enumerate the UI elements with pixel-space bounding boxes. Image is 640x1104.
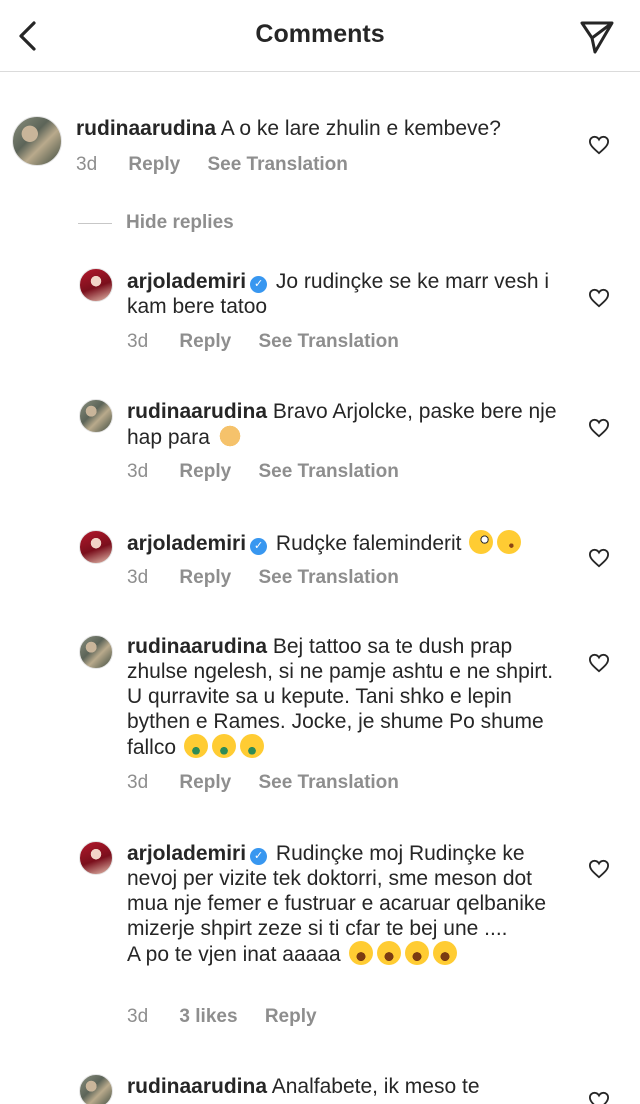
see-translation-button[interactable]: See Translation [258, 772, 398, 793]
avatar[interactable] [79, 530, 113, 564]
see-translation-button[interactable]: See Translation [258, 567, 398, 588]
clapping-hands-emoji-icon [217, 424, 242, 448]
comment-username[interactable]: rudinaarudina [127, 1075, 267, 1098]
avatar[interactable] [79, 1074, 113, 1104]
tears-of-joy-emoji-icon [348, 941, 373, 965]
heart-icon [588, 1091, 610, 1104]
verified-badge-icon: ✓ [250, 538, 268, 555]
comment-text: A o ke lare zhulin e kembeve? [220, 117, 501, 140]
see-translation-button[interactable]: See Translation [258, 461, 398, 482]
like-button[interactable] [588, 417, 610, 439]
divider [78, 222, 112, 224]
money-mouth-emoji-icon [211, 734, 236, 758]
comment-time: 3d [127, 1006, 149, 1027]
verified-badge-icon: ✓ [250, 276, 268, 293]
heart-icon [588, 859, 610, 879]
paper-plane-icon [580, 21, 614, 54]
like-button[interactable] [588, 652, 610, 674]
reply-button[interactable]: Reply [179, 461, 231, 482]
tears-of-joy-emoji-icon [376, 941, 401, 965]
reply-button[interactable]: Reply [265, 1006, 317, 1027]
comment-username[interactable]: arjolademiri [127, 270, 246, 293]
comment-text-line-2: A po te vjen inat aaaaa [127, 943, 341, 966]
comments-header: Comments [0, 0, 640, 72]
like-button[interactable] [588, 1090, 610, 1104]
likes-count[interactable]: 3 likes [179, 1006, 237, 1027]
comment-username[interactable]: rudinaarudina [76, 117, 216, 140]
like-button[interactable] [588, 134, 610, 156]
like-button[interactable] [588, 287, 610, 309]
heart-icon [588, 653, 610, 673]
comment-time: 3d [127, 331, 149, 352]
comment-time: 3d [76, 154, 98, 175]
page-title: Comments [255, 20, 385, 48]
reply-button[interactable]: Reply [179, 331, 231, 352]
see-translation-button[interactable]: See Translation [258, 331, 398, 352]
tears-of-joy-emoji-icon [432, 941, 457, 965]
comment-username[interactable]: rudinaarudina [127, 400, 267, 423]
avatar[interactable] [79, 268, 113, 302]
reply-button[interactable]: Reply [179, 772, 231, 793]
share-button[interactable] [578, 18, 616, 56]
heart-icon [588, 288, 610, 308]
reply-button[interactable]: Reply [128, 154, 180, 175]
money-mouth-emoji-icon [183, 734, 208, 758]
comment-username[interactable]: rudinaarudina [127, 635, 267, 658]
reply-button[interactable]: Reply [179, 567, 231, 588]
tears-of-joy-emoji-icon [404, 941, 429, 965]
like-button[interactable] [588, 547, 610, 569]
comment-text: Analfabete, ik meso te [271, 1075, 480, 1098]
heart-icon [588, 548, 610, 568]
heart-icon [588, 135, 610, 155]
see-translation-button[interactable]: See Translation [207, 154, 347, 175]
heart-icon [588, 418, 610, 438]
comment-username[interactable]: arjolademiri [127, 842, 246, 865]
comment-time: 3d [127, 461, 149, 482]
comment-time: 3d [127, 772, 149, 793]
comment-text: Rudçke faleminderit [275, 532, 462, 555]
comment-time: 3d [127, 567, 149, 588]
smirking-face-emoji-icon [497, 530, 522, 554]
avatar[interactable] [79, 841, 113, 875]
monocle-face-emoji-icon [469, 530, 494, 554]
verified-badge-icon: ✓ [250, 848, 268, 865]
hide-replies-label: Hide replies [126, 212, 234, 233]
avatar[interactable] [79, 399, 113, 433]
avatar[interactable] [79, 635, 113, 669]
comment-username[interactable]: arjolademiri [127, 532, 246, 555]
money-mouth-emoji-icon [239, 734, 264, 758]
avatar[interactable] [12, 116, 62, 166]
hide-replies-toggle[interactable]: Hide replies [78, 210, 234, 236]
like-button[interactable] [588, 858, 610, 880]
